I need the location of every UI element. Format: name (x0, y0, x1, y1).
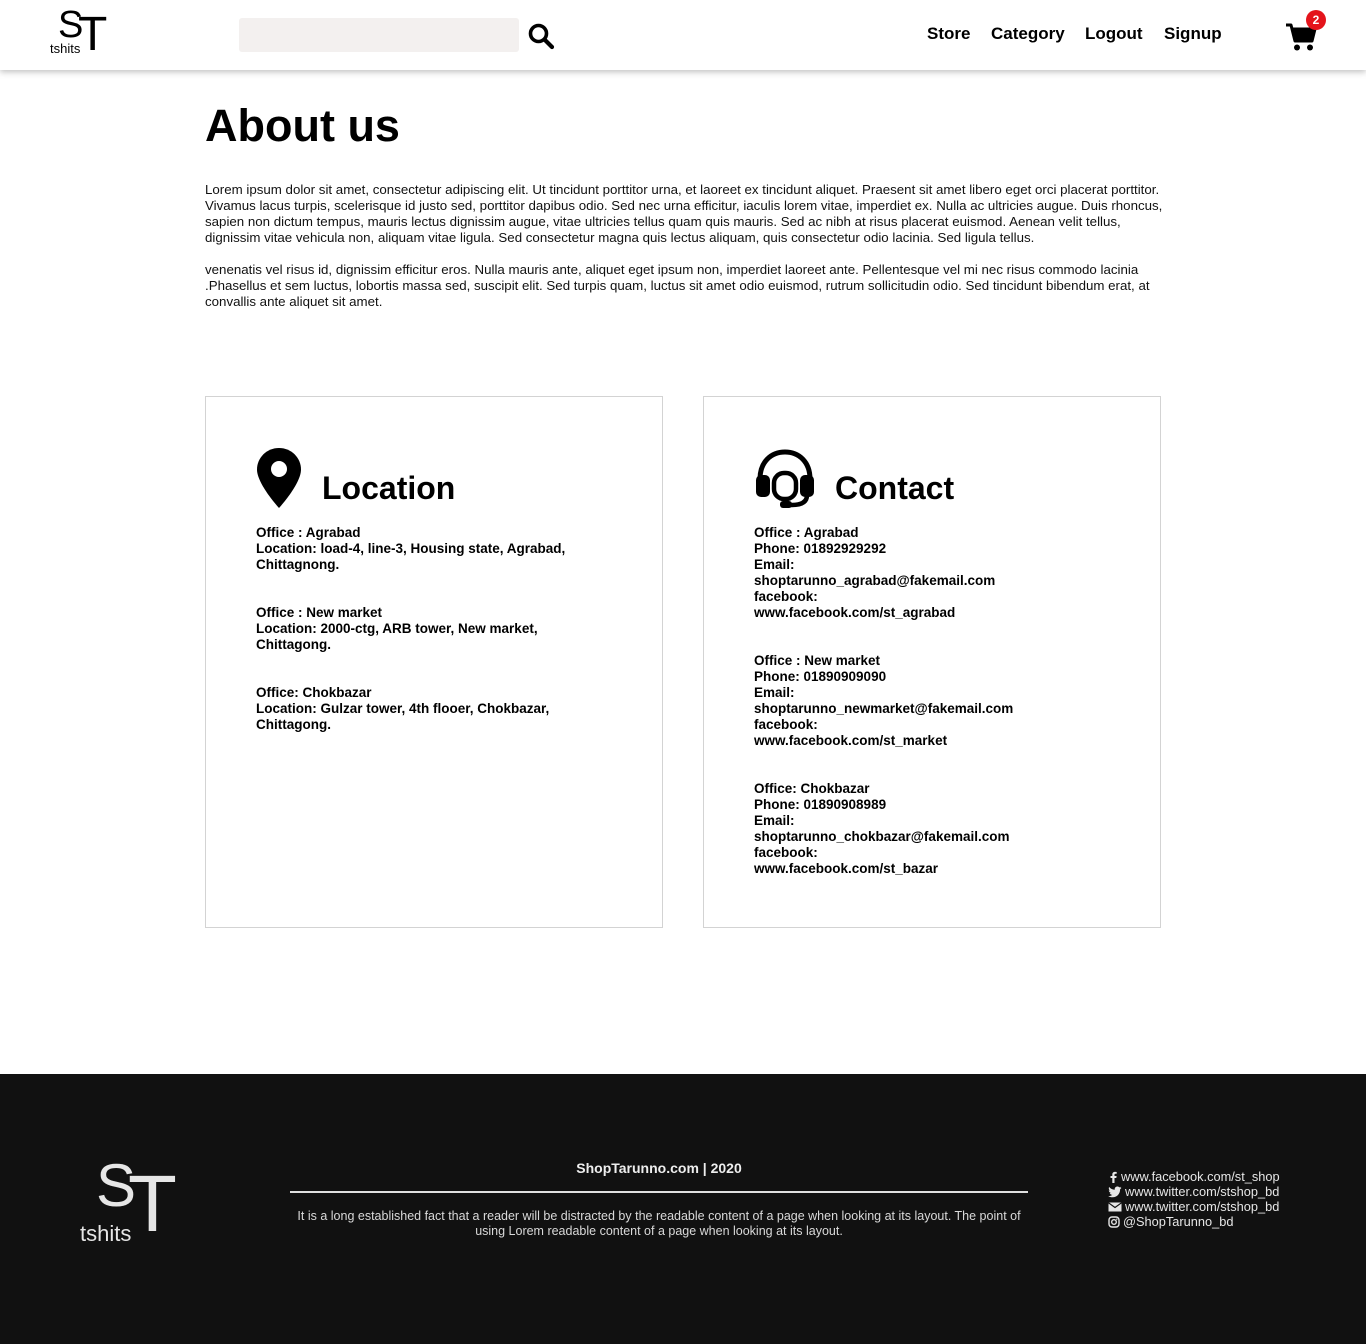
site-logo[interactable]: S T tshits (48, 6, 108, 61)
footer-logo-letter-t: T (128, 1159, 177, 1248)
footer-center: ShopTarunno.com | 2020 It is a long esta… (290, 1160, 1028, 1239)
location-item: Office: Chokbazar Location: Gulzar tower… (256, 685, 586, 733)
search-button[interactable] (527, 22, 555, 50)
office-address: Location: 2000-ctg, ARB tower, New marke… (256, 621, 538, 652)
about-text: Lorem ipsum dolor sit amet, consectetur … (205, 182, 1165, 310)
nav-category-link[interactable]: Category (991, 24, 1065, 43)
footer-description: It is a long established fact that a rea… (297, 1209, 1021, 1238)
office-name: Office : New market (754, 653, 881, 668)
office-address: Location: Gulzar tower, 4th flooer, Chok… (256, 701, 550, 732)
office-name: Office : Agrabad (754, 525, 859, 540)
social-label: www.twitter.com/stshop_bd (1125, 1199, 1280, 1214)
search-input[interactable] (239, 18, 519, 52)
social-email-link[interactable]: www.twitter.com/stshop_bd (1108, 1199, 1280, 1214)
nav-store[interactable]: Store (927, 24, 970, 44)
location-item: Office : Agrabad Location: load-4, line-… (256, 525, 586, 573)
email-label: Email: (754, 557, 795, 572)
footer-logo-tagline: tshits (80, 1221, 132, 1246)
headset-icon (754, 447, 816, 514)
search-icon (528, 23, 555, 50)
nav-logout-link[interactable]: Logout (1085, 24, 1143, 43)
office-email[interactable]: shoptarunno_agrabad@fakemail.com (754, 573, 1084, 589)
footer-logo[interactable]: S T tshits (80, 1156, 190, 1252)
email-label: Email: (754, 813, 795, 828)
office-phone: Phone: 01892929292 (754, 541, 887, 556)
office-email[interactable]: shoptarunno_newmarket@fakemail.com (754, 701, 1084, 717)
office-phone: Phone: 01890909090 (754, 669, 887, 684)
contact-list: Office : Agrabad Phone: 01892929292 Emai… (754, 525, 1084, 909)
nav-store-link[interactable]: Store (927, 24, 970, 43)
logo-letter-t: T (78, 8, 108, 61)
office-address: Location: load-4, line-3, Housing state,… (256, 541, 566, 572)
contact-item: Office : New market Phone: 01890909090 E… (754, 653, 1084, 749)
social-label: www.twitter.com/stshop_bd (1125, 1184, 1280, 1199)
social-label: www.facebook.com/st_shop (1121, 1169, 1280, 1184)
nav-signup-link[interactable]: Signup (1164, 24, 1222, 43)
footer-divider (290, 1191, 1028, 1193)
office-name: Office: Chokbazar (754, 781, 870, 796)
facebook-label: facebook: (754, 589, 818, 604)
social-label: @ShopTarunno_bd (1123, 1214, 1234, 1229)
office-name: Office : Agrabad (256, 525, 361, 540)
about-paragraph: Lorem ipsum dolor sit amet, consectetur … (205, 182, 1163, 245)
social-twitter-link[interactable]: www.twitter.com/stshop_bd (1108, 1184, 1280, 1199)
social-links: www.facebook.com/st_shop www.twitter.com… (1108, 1169, 1280, 1229)
location-list: Office : Agrabad Location: load-4, line-… (256, 525, 586, 765)
site-header: S T tshits Store Category Logout Signup … (0, 0, 1366, 70)
social-facebook-link[interactable]: www.facebook.com/st_shop (1108, 1169, 1280, 1184)
site-footer: S T tshits ShopTarunno.com | 2020 It is … (0, 1074, 1366, 1344)
facebook-label: facebook: (754, 845, 818, 860)
office-name: Office : New market (256, 605, 383, 620)
contact-item: Office : Agrabad Phone: 01892929292 Emai… (754, 525, 1084, 621)
office-name: Office: Chokbazar (256, 685, 372, 700)
nav-category[interactable]: Category (991, 24, 1065, 44)
office-email[interactable]: shoptarunno_chokbazar@fakemail.com (754, 829, 1084, 845)
footer-brand: ShopTarunno.com | 2020 (576, 1160, 742, 1176)
facebook-label: facebook: (754, 717, 818, 732)
contact-card: Contact Office : Agrabad Phone: 01892929… (703, 396, 1161, 928)
email-label: Email: (754, 685, 795, 700)
location-item: Office : New market Location: 2000-ctg, … (256, 605, 586, 653)
contact-title: Contact (835, 470, 955, 506)
page-title: About us (205, 100, 400, 151)
location-card: Location Office : Agrabad Location: load… (205, 396, 663, 928)
office-facebook[interactable]: www.facebook.com/st_agrabad (754, 605, 1084, 621)
nav-signup[interactable]: Signup (1164, 24, 1222, 44)
facebook-icon (1110, 1171, 1117, 1183)
office-phone: Phone: 01890908989 (754, 797, 887, 812)
envelope-icon (1108, 1201, 1122, 1211)
logo-tagline: tshits (50, 41, 81, 56)
about-paragraph: venenatis vel risus id, dignissim effici… (205, 262, 1150, 309)
nav-logout[interactable]: Logout (1085, 24, 1143, 44)
cart-count-badge: 2 (1306, 10, 1326, 30)
instagram-icon (1108, 1215, 1120, 1228)
contact-item: Office: Chokbazar Phone: 01890908989 Ema… (754, 781, 1084, 877)
location-title: Location (322, 470, 456, 506)
office-facebook[interactable]: www.facebook.com/st_market (754, 733, 1084, 749)
twitter-icon (1108, 1186, 1122, 1197)
office-facebook[interactable]: www.facebook.com/st_bazar (754, 861, 1084, 877)
map-pin-icon (256, 447, 302, 514)
social-instagram-link[interactable]: @ShopTarunno_bd (1108, 1214, 1280, 1229)
